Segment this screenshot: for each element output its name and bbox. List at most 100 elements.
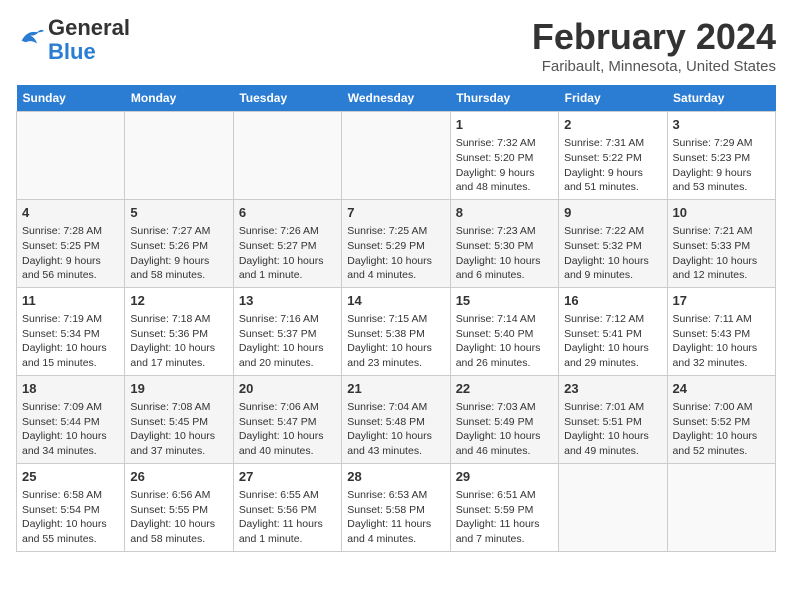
day-info: Sunrise: 7:12 AM Sunset: 5:41 PM Dayligh… (564, 312, 661, 371)
week-row-1: 1 Sunrise: 7:32 AM Sunset: 5:20 PM Daylig… (17, 112, 776, 200)
day-info: Sunrise: 7:22 AM Sunset: 5:32 PM Dayligh… (564, 224, 661, 283)
day-number: 21 (347, 380, 444, 398)
day-cell (342, 112, 450, 200)
day-info: Sunrise: 7:25 AM Sunset: 5:29 PM Dayligh… (347, 224, 444, 283)
header-cell-saturday: Saturday (667, 85, 775, 112)
day-cell: 3Sunrise: 7:29 AM Sunset: 5:23 PM Daylig… (667, 112, 775, 200)
day-cell: 17Sunrise: 7:11 AM Sunset: 5:43 PM Dayli… (667, 287, 775, 375)
day-number: 4 (22, 204, 119, 222)
day-number: 18 (22, 380, 119, 398)
day-number: 11 (22, 292, 119, 310)
subtitle: Faribault, Minnesota, United States (532, 58, 776, 75)
day-cell: 5 Sunrise: 7:27 AM Sunset: 5:26 PM Daylig… (125, 199, 233, 287)
day-number: 5 (130, 204, 227, 222)
day-cell (559, 463, 667, 551)
day-info: Sunrise: 7:31 AM Sunset: 5:22 PM Dayligh… (564, 136, 661, 195)
day-info: Sunrise: 7:28 AM Sunset: 5:25 PM Dayligh… (22, 224, 119, 283)
day-info: Sunrise: 6:56 AM Sunset: 5:55 PM Dayligh… (130, 488, 227, 547)
header: General Blue February 2024 Faribault, Mi… (16, 16, 776, 75)
day-number: 28 (347, 468, 444, 486)
day-number: 1 (456, 116, 553, 134)
day-number: 25 (22, 468, 119, 486)
day-info: Sunrise: 7:26 AM Sunset: 5:27 PM Dayligh… (239, 224, 336, 283)
logo-text-line2: Blue (48, 40, 130, 64)
day-number: 6 (239, 204, 336, 222)
day-number: 23 (564, 380, 661, 398)
logo-bird-icon (16, 26, 44, 50)
day-number: 8 (456, 204, 553, 222)
day-cell: 10Sunrise: 7:21 AM Sunset: 5:33 PM Dayli… (667, 199, 775, 287)
day-cell (17, 112, 125, 200)
day-cell: 25 Sunrise: 6:58 AM Sunset: 5:54 PM Dayli… (17, 463, 125, 551)
day-cell: 20 Sunrise: 7:06 AM Sunset: 5:47 PM Dayli… (233, 375, 341, 463)
day-cell: 24Sunrise: 7:00 AM Sunset: 5:52 PM Dayli… (667, 375, 775, 463)
week-row-3: 11Sunrise: 7:19 AM Sunset: 5:34 PM Dayli… (17, 287, 776, 375)
day-info: Sunrise: 7:27 AM Sunset: 5:26 PM Dayligh… (130, 224, 227, 283)
header-cell-friday: Friday (559, 85, 667, 112)
day-info: Sunrise: 7:32 AM Sunset: 5:20 PM Dayligh… (456, 136, 553, 195)
day-cell (125, 112, 233, 200)
day-number: 20 (239, 380, 336, 398)
day-info: Sunrise: 7:15 AM Sunset: 5:38 PM Dayligh… (347, 312, 444, 371)
day-number: 17 (673, 292, 770, 310)
day-info: Sunrise: 7:08 AM Sunset: 5:45 PM Dayligh… (130, 400, 227, 459)
day-number: 22 (456, 380, 553, 398)
day-info: Sunrise: 7:09 AM Sunset: 5:44 PM Dayligh… (22, 400, 119, 459)
day-info: Sunrise: 7:04 AM Sunset: 5:48 PM Dayligh… (347, 400, 444, 459)
day-info: Sunrise: 7:18 AM Sunset: 5:36 PM Dayligh… (130, 312, 227, 371)
day-number: 12 (130, 292, 227, 310)
week-row-5: 25 Sunrise: 6:58 AM Sunset: 5:54 PM Dayli… (17, 463, 776, 551)
day-info: Sunrise: 7:06 AM Sunset: 5:47 PM Dayligh… (239, 400, 336, 459)
day-cell: 27Sunrise: 6:55 AM Sunset: 5:56 PM Dayli… (233, 463, 341, 551)
day-info: Sunrise: 6:53 AM Sunset: 5:58 PM Dayligh… (347, 488, 444, 547)
day-number: 14 (347, 292, 444, 310)
header-cell-tuesday: Tuesday (233, 85, 341, 112)
day-info: Sunrise: 6:51 AM Sunset: 5:59 PM Dayligh… (456, 488, 553, 547)
day-number: 10 (673, 204, 770, 222)
calendar-header: SundayMondayTuesdayWednesdayThursdayFrid… (17, 85, 776, 112)
day-cell: 18 Sunrise: 7:09 AM Sunset: 5:44 PM Dayli… (17, 375, 125, 463)
day-number: 2 (564, 116, 661, 134)
week-row-4: 18 Sunrise: 7:09 AM Sunset: 5:44 PM Dayli… (17, 375, 776, 463)
day-info: Sunrise: 7:14 AM Sunset: 5:40 PM Dayligh… (456, 312, 553, 371)
day-info: Sunrise: 6:58 AM Sunset: 5:54 PM Dayligh… (22, 488, 119, 547)
main-title: February 2024 (532, 16, 776, 58)
day-number: 9 (564, 204, 661, 222)
day-cell: 15 Sunrise: 7:14 AM Sunset: 5:40 PM Dayli… (450, 287, 558, 375)
week-row-2: 4 Sunrise: 7:28 AM Sunset: 5:25 PM Daylig… (17, 199, 776, 287)
day-cell: 2 Sunrise: 7:31 AM Sunset: 5:22 PM Daylig… (559, 112, 667, 200)
day-number: 29 (456, 468, 553, 486)
day-info: Sunrise: 6:55 AM Sunset: 5:56 PM Dayligh… (239, 488, 336, 547)
day-cell: 28 Sunrise: 6:53 AM Sunset: 5:58 PM Dayli… (342, 463, 450, 551)
day-number: 16 (564, 292, 661, 310)
header-row: SundayMondayTuesdayWednesdayThursdayFrid… (17, 85, 776, 112)
header-cell-thursday: Thursday (450, 85, 558, 112)
day-number: 19 (130, 380, 227, 398)
day-cell: 22Sunrise: 7:03 AM Sunset: 5:49 PM Dayli… (450, 375, 558, 463)
header-cell-sunday: Sunday (17, 85, 125, 112)
day-cell: 11Sunrise: 7:19 AM Sunset: 5:34 PM Dayli… (17, 287, 125, 375)
day-cell: 7 Sunrise: 7:25 AM Sunset: 5:29 PM Daylig… (342, 199, 450, 287)
day-cell: 14 Sunrise: 7:15 AM Sunset: 5:38 PM Dayli… (342, 287, 450, 375)
day-cell (667, 463, 775, 551)
logo: General Blue (16, 16, 130, 64)
day-cell: 16 Sunrise: 7:12 AM Sunset: 5:41 PM Dayli… (559, 287, 667, 375)
day-cell: 9 Sunrise: 7:22 AM Sunset: 5:32 PM Daylig… (559, 199, 667, 287)
day-cell: 4 Sunrise: 7:28 AM Sunset: 5:25 PM Daylig… (17, 199, 125, 287)
day-cell: 29 Sunrise: 6:51 AM Sunset: 5:59 PM Dayli… (450, 463, 558, 551)
day-cell (233, 112, 341, 200)
day-number: 7 (347, 204, 444, 222)
day-cell: 1 Sunrise: 7:32 AM Sunset: 5:20 PM Daylig… (450, 112, 558, 200)
day-cell: 19 Sunrise: 7:08 AM Sunset: 5:45 PM Dayli… (125, 375, 233, 463)
day-info: Sunrise: 7:16 AM Sunset: 5:37 PM Dayligh… (239, 312, 336, 371)
day-info: Sunrise: 7:23 AM Sunset: 5:30 PM Dayligh… (456, 224, 553, 283)
day-info: Sunrise: 7:00 AM Sunset: 5:52 PM Dayligh… (673, 400, 770, 459)
logo-text-line1: General (48, 16, 130, 40)
day-cell: 21 Sunrise: 7:04 AM Sunset: 5:48 PM Dayli… (342, 375, 450, 463)
title-area: February 2024 Faribault, Minnesota, Unit… (532, 16, 776, 75)
header-cell-wednesday: Wednesday (342, 85, 450, 112)
day-cell: 23Sunrise: 7:01 AM Sunset: 5:51 PM Dayli… (559, 375, 667, 463)
day-cell: 26Sunrise: 6:56 AM Sunset: 5:55 PM Dayli… (125, 463, 233, 551)
day-number: 15 (456, 292, 553, 310)
day-info: Sunrise: 7:29 AM Sunset: 5:23 PM Dayligh… (673, 136, 770, 195)
